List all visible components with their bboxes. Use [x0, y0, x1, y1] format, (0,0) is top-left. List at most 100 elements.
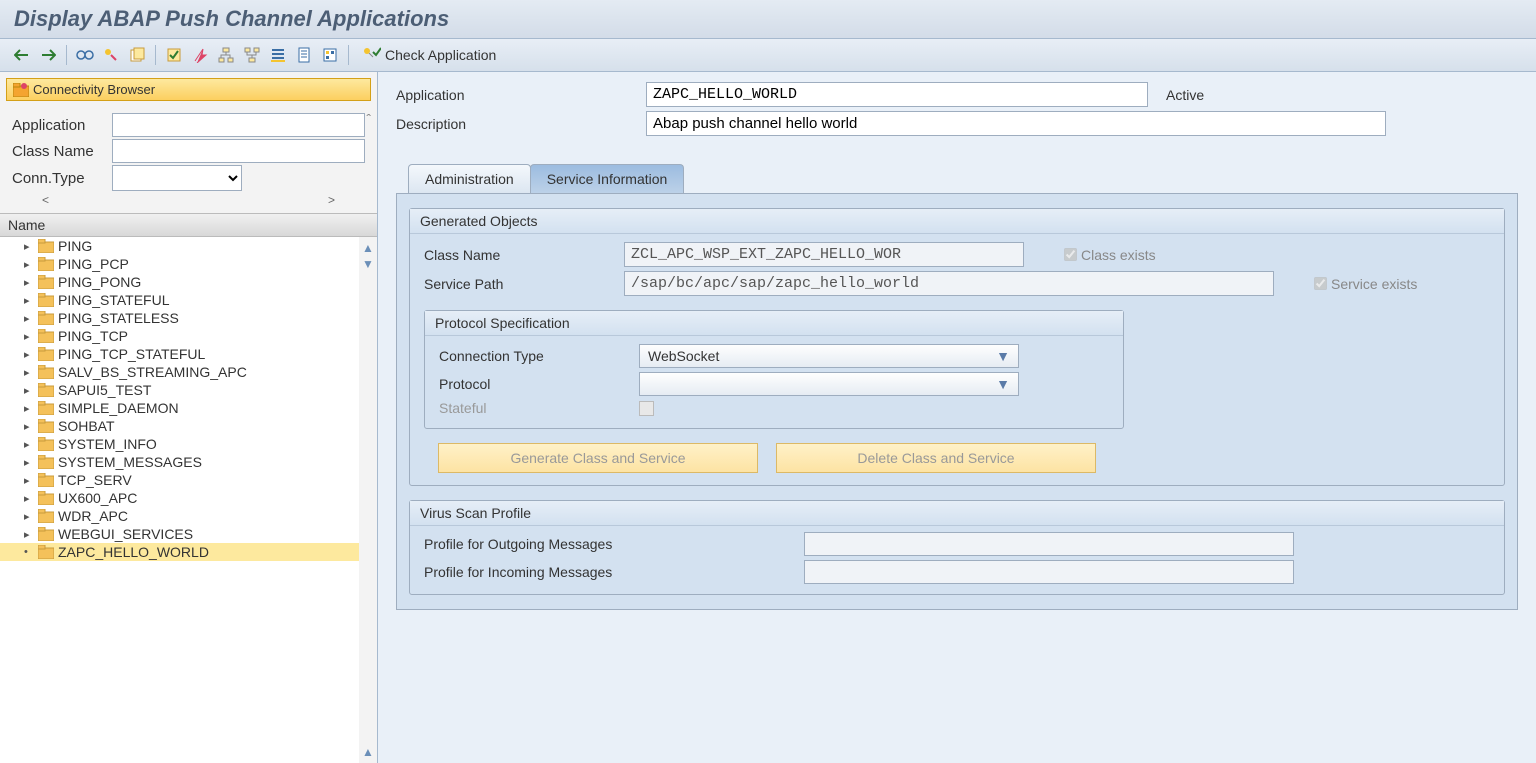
expand-icon[interactable]: ▸ [24, 492, 34, 505]
activate-icon[interactable] [188, 43, 212, 67]
display-change-icon[interactable] [99, 43, 123, 67]
tree-item[interactable]: ▸ PING [0, 237, 359, 255]
expand-icon[interactable]: ▸ [24, 240, 34, 253]
description-value[interactable] [646, 111, 1386, 136]
expand-icon[interactable]: ▸ [24, 510, 34, 523]
expand-icon[interactable]: ▸ [24, 312, 34, 325]
expand-icon[interactable]: ▸ [24, 402, 34, 415]
expand-icon[interactable]: ▸ [24, 528, 34, 541]
where-used-icon[interactable] [214, 43, 238, 67]
glasses-icon[interactable] [73, 43, 97, 67]
check-application-label: Check Application [385, 47, 496, 63]
generated-objects-group: Generated Objects Class Name Class exist… [409, 208, 1505, 486]
class-name-value[interactable] [624, 242, 1024, 267]
tree-item[interactable]: ▸SYSTEM_MESSAGES [0, 453, 359, 471]
tree-item-label: PING [58, 238, 92, 254]
document-icon[interactable] [292, 43, 316, 67]
objects-icon[interactable] [318, 43, 342, 67]
tree-item-label: PING_TCP [58, 328, 128, 344]
tree-item[interactable]: ▸PING_TCP_STATEFUL [0, 345, 359, 363]
tree-item[interactable]: ▸ PING_STATELESS [0, 309, 359, 327]
left-panel: Connectivity Browser ˆ Application Class… [0, 72, 378, 763]
tree-item[interactable]: ▸ PING_TCP [0, 327, 359, 345]
folder-icon [38, 455, 54, 469]
filter-class-name-input[interactable] [112, 139, 365, 163]
tree-item-label: SAPUI5_TEST [58, 382, 151, 398]
tree-scrollbar[interactable]: ▲ ▼ ▲ [359, 237, 377, 763]
toolbar-separator [66, 45, 67, 65]
tree-item[interactable]: ▸ SAPUI5_TEST [0, 381, 359, 399]
tree-item[interactable]: ▸UX600_APC [0, 489, 359, 507]
tree[interactable]: ▸PING▸PING_PCP▸PING_PONG▸PING_STATEFUL▸P… [0, 237, 359, 763]
tree-item[interactable]: ▸PING_STATEFUL [0, 291, 359, 309]
expand-icon[interactable]: ▸ [24, 330, 34, 343]
folder-icon [38, 293, 54, 307]
expand-icon[interactable]: ▸ [24, 348, 34, 361]
class-name-label: Class Name [424, 247, 624, 263]
back-icon[interactable] [10, 43, 34, 67]
expand-icon[interactable]: ▸ [24, 294, 34, 307]
generate-button[interactable]: Generate Class and Service [438, 443, 758, 473]
tree-item[interactable]: ▸ TCP_SERV [0, 471, 359, 489]
status-label: Active [1166, 87, 1204, 103]
expand-icon[interactable]: ▸ [24, 258, 34, 271]
tree-item[interactable]: ▸PING_PONG [0, 273, 359, 291]
tree-item[interactable]: ▸SIMPLE_DAEMON [0, 399, 359, 417]
folder-icon [38, 275, 54, 289]
expand-icon[interactable]: ▸ [24, 384, 34, 397]
description-label: Description [396, 116, 646, 132]
expand-icon[interactable]: ▸ [24, 276, 34, 289]
service-path-value[interactable] [624, 271, 1274, 296]
expand-icon[interactable]: ▸ [24, 420, 34, 433]
tree-item-label: TCP_SERV [58, 472, 132, 488]
tree-item[interactable]: ▸ WDR_APC [0, 507, 359, 525]
tab-service-information[interactable]: Service Information [530, 164, 685, 193]
tree-item[interactable]: ▸ WEBGUI_SERVICES [0, 525, 359, 543]
detail-header: Application Active Description [378, 72, 1536, 146]
delete-button[interactable]: Delete Class and Service [776, 443, 1096, 473]
expand-icon[interactable]: ▸ [24, 438, 34, 451]
tree-item-label: PING_STATELESS [58, 310, 179, 326]
scroll-up-icon[interactable]: ▲ [362, 241, 374, 255]
connectivity-browser-label: Connectivity Browser [33, 82, 155, 97]
tree-item-label: WDR_APC [58, 508, 128, 524]
scroll-up-icon[interactable]: ▲ [362, 745, 374, 759]
scroll-up-indicator[interactable]: ˆ [366, 111, 371, 127]
expand-icon[interactable]: • [24, 546, 34, 558]
forward-icon[interactable] [36, 43, 60, 67]
filter-application-input[interactable] [112, 113, 365, 137]
tree-item[interactable]: ▸SYSTEM_INFO [0, 435, 359, 453]
scroll-down-icon[interactable]: ▼ [362, 257, 374, 271]
tree-item-label: PING_PCP [58, 256, 129, 272]
tree-item[interactable]: ▸ PING_PCP [0, 255, 359, 273]
hierarchy-icon[interactable] [240, 43, 264, 67]
incoming-profile-value[interactable] [804, 560, 1294, 584]
outgoing-profile-value[interactable] [804, 532, 1294, 556]
tree-item[interactable]: •ZAPC_HELLO_WORLD [0, 543, 359, 561]
connection-type-label: Connection Type [439, 348, 639, 364]
list-icon[interactable] [266, 43, 290, 67]
protocol-dropdown[interactable]: ▼ [639, 372, 1019, 396]
connection-type-dropdown[interactable]: WebSocket▼ [639, 344, 1019, 368]
service-exists-check: Service exists [1314, 276, 1417, 292]
tab-administration[interactable]: Administration [408, 164, 531, 193]
chevron-down-icon: ▼ [996, 376, 1010, 392]
folder-icon [38, 545, 54, 559]
application-value[interactable] [646, 82, 1148, 107]
check-application-button[interactable]: Check Application [355, 45, 504, 65]
other-object-icon[interactable] [125, 43, 149, 67]
stateful-label: Stateful [439, 400, 639, 416]
action-buttons: Generate Class and Service Delete Class … [438, 443, 1476, 473]
folder-icon [38, 257, 54, 271]
filter-conn-type-select[interactable] [112, 165, 242, 191]
check-icon[interactable] [162, 43, 186, 67]
expand-icon[interactable]: ▸ [24, 456, 34, 469]
tree-item-label: WEBGUI_SERVICES [58, 526, 193, 542]
virus-scan-title: Virus Scan Profile [410, 501, 1504, 526]
expand-icon[interactable]: ▸ [24, 366, 34, 379]
incoming-profile-label: Profile for Incoming Messages [424, 564, 804, 580]
tree-item[interactable]: ▸SOHBAT [0, 417, 359, 435]
expand-icon[interactable]: ▸ [24, 474, 34, 487]
toolbar-separator [155, 45, 156, 65]
tree-item[interactable]: ▸SALV_BS_STREAMING_APC [0, 363, 359, 381]
